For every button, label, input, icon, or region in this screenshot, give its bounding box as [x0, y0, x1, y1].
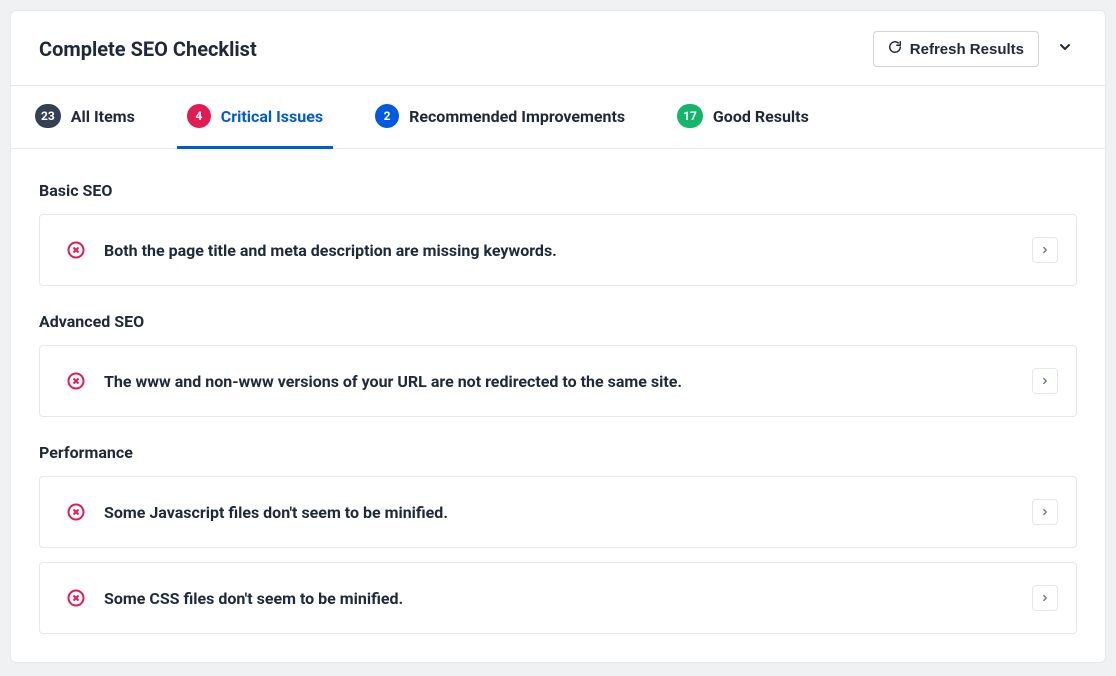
- tab-label: Recommended Improvements: [409, 107, 625, 126]
- refresh-icon: [888, 40, 902, 58]
- tab-badge: 17: [677, 104, 703, 128]
- tab-critical-issues[interactable]: 4 Critical Issues: [177, 86, 333, 149]
- section-title-advanced-seo: Advanced SEO: [39, 312, 1077, 331]
- refresh-label: Refresh Results: [910, 41, 1024, 58]
- issue-row[interactable]: Some CSS files don't seem to be minified…: [39, 562, 1077, 634]
- chevron-right-icon: [1040, 591, 1050, 606]
- section-title-performance: Performance: [39, 443, 1077, 462]
- issue-text: The www and non-www versions of your URL…: [104, 372, 1014, 391]
- chevron-right-icon: [1040, 243, 1050, 258]
- tab-label: Good Results: [713, 107, 809, 126]
- tab-good-results[interactable]: 17 Good Results: [667, 86, 819, 149]
- error-icon: [66, 371, 86, 391]
- expand-button[interactable]: [1032, 585, 1058, 611]
- issue-text: Both the page title and meta description…: [104, 241, 1014, 260]
- chevron-right-icon: [1040, 505, 1050, 520]
- tab-recommended-improvements[interactable]: 2 Recommended Improvements: [365, 86, 635, 149]
- issue-row[interactable]: Some Javascript files don't seem to be m…: [39, 476, 1077, 548]
- expand-button[interactable]: [1032, 368, 1058, 394]
- chevron-down-icon: [1057, 39, 1073, 59]
- refresh-button[interactable]: Refresh Results: [873, 31, 1039, 67]
- tabs: 23 All Items 4 Critical Issues 2 Recomme…: [11, 86, 1105, 149]
- header: Complete SEO Checklist Refresh Results: [11, 11, 1105, 86]
- issue-text: Some CSS files don't seem to be minified…: [104, 589, 1014, 608]
- tab-badge: 23: [35, 104, 61, 128]
- issue-row[interactable]: The www and non-www versions of your URL…: [39, 345, 1077, 417]
- issue-text: Some Javascript files don't seem to be m…: [104, 503, 1014, 522]
- collapse-toggle[interactable]: [1053, 37, 1077, 61]
- tab-all-items[interactable]: 23 All Items: [25, 86, 145, 149]
- content: Basic SEO Both the page title and meta d…: [11, 149, 1105, 662]
- section-title-basic-seo: Basic SEO: [39, 181, 1077, 200]
- issue-row[interactable]: Both the page title and meta description…: [39, 214, 1077, 286]
- page-title: Complete SEO Checklist: [39, 37, 257, 61]
- tab-badge: 2: [375, 104, 399, 128]
- header-actions: Refresh Results: [873, 31, 1077, 67]
- tab-label: Critical Issues: [221, 107, 323, 126]
- seo-checklist-card: Complete SEO Checklist Refresh Results: [10, 10, 1106, 663]
- tab-label: All Items: [71, 107, 135, 126]
- expand-button[interactable]: [1032, 499, 1058, 525]
- tab-badge: 4: [187, 104, 211, 128]
- error-icon: [66, 588, 86, 608]
- expand-button[interactable]: [1032, 237, 1058, 263]
- chevron-right-icon: [1040, 374, 1050, 389]
- error-icon: [66, 502, 86, 522]
- error-icon: [66, 240, 86, 260]
